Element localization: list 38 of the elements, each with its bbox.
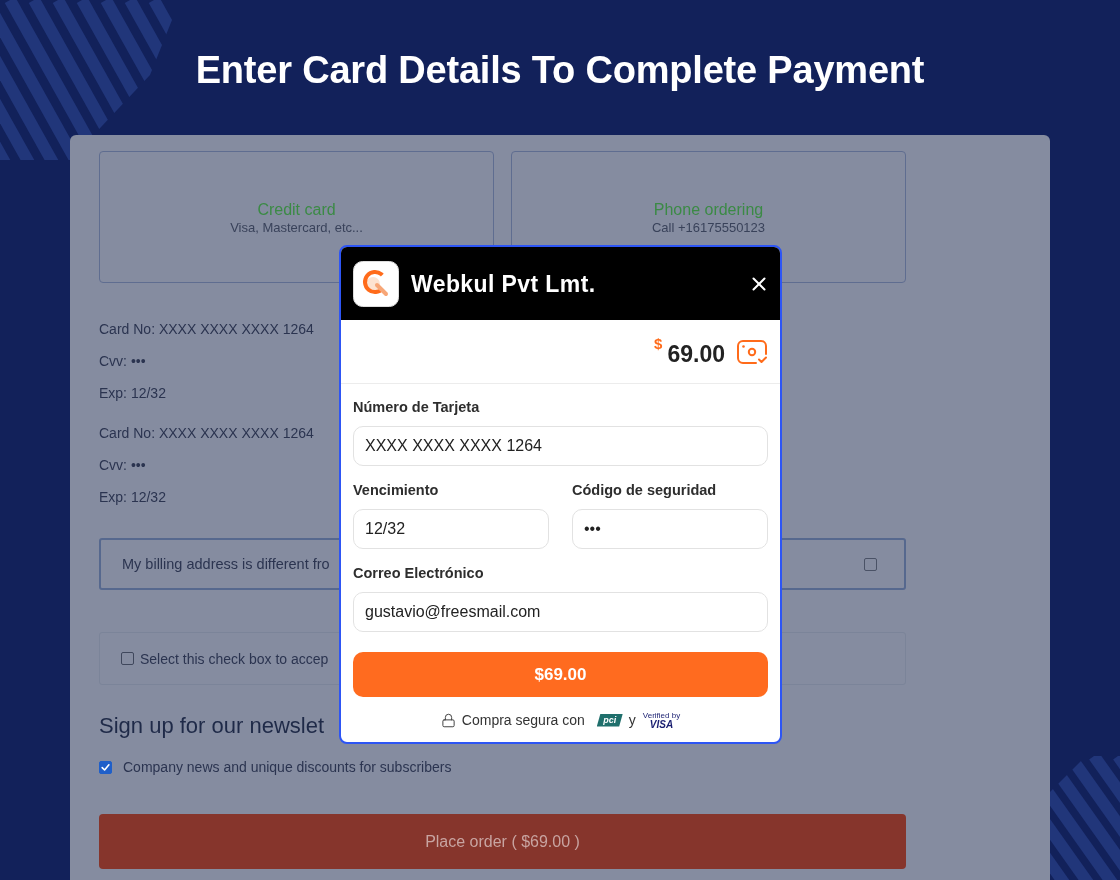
input-field[interactable]: gustavio@freesmail.com [353, 592, 768, 632]
pci-badge: pci [596, 713, 623, 727]
lock-icon [440, 712, 456, 728]
terms-option-label: Select this check box to accep [140, 649, 329, 668]
card-detail-text: Card No: XXXX XXXX XXXX 1264 [99, 320, 314, 338]
banknote-check-icon [737, 339, 767, 364]
checkbox[interactable] [864, 557, 877, 571]
card-detail-text: Cvv: ••• [99, 352, 146, 370]
visa-text: VISA [649, 719, 674, 730]
option-title: Phone ordering [653, 200, 764, 220]
card-detail-text: Card No: XXXX XXXX XXXX 1264 [99, 424, 314, 442]
newsletter-option-label: Company news and unique discounts for subscribers [123, 758, 452, 776]
conjunction-text: y [628, 711, 636, 729]
option-title: Credit card [257, 200, 336, 220]
verified-by-text: Verified by [642, 710, 681, 720]
checkbox[interactable] [99, 760, 112, 774]
currency-symbol: $ [654, 335, 663, 352]
billing-option-label: My billing address is different fro [122, 555, 330, 573]
field-label: Código de seguridad [572, 481, 717, 499]
input-field[interactable]: XXXX XXXX XXXX 1264 [353, 426, 768, 466]
input-field[interactable]: 12/32 [353, 509, 549, 549]
amount-text: 69.00 [667, 339, 725, 368]
check-icon [101, 762, 110, 772]
secure-note: Compra segura con [461, 711, 585, 729]
place-order-button[interactable]: Place order ( $69.00 ) [99, 814, 906, 869]
input-field[interactable]: ••• [572, 509, 768, 549]
card-detail-text: Exp: 12/32 [99, 488, 166, 506]
option-subtitle: Call +16175550123 [651, 220, 766, 236]
option-subtitle: Visa, Mastercard, etc... [230, 220, 363, 236]
card-detail-text: Exp: 12/32 [99, 384, 166, 402]
field-label: Vencimiento [353, 481, 439, 499]
checkbox[interactable] [121, 652, 134, 665]
card-detail-text: Cvv: ••• [99, 456, 146, 474]
page-title: Enter Card Details To Complete Payment [195, 48, 925, 93]
field-label: Número de Tarjeta [353, 398, 480, 416]
logo-icon [353, 260, 399, 307]
field-label: Correo Electrónico [353, 564, 484, 582]
newsletter-heading: Sign up for our newslet [99, 712, 325, 740]
